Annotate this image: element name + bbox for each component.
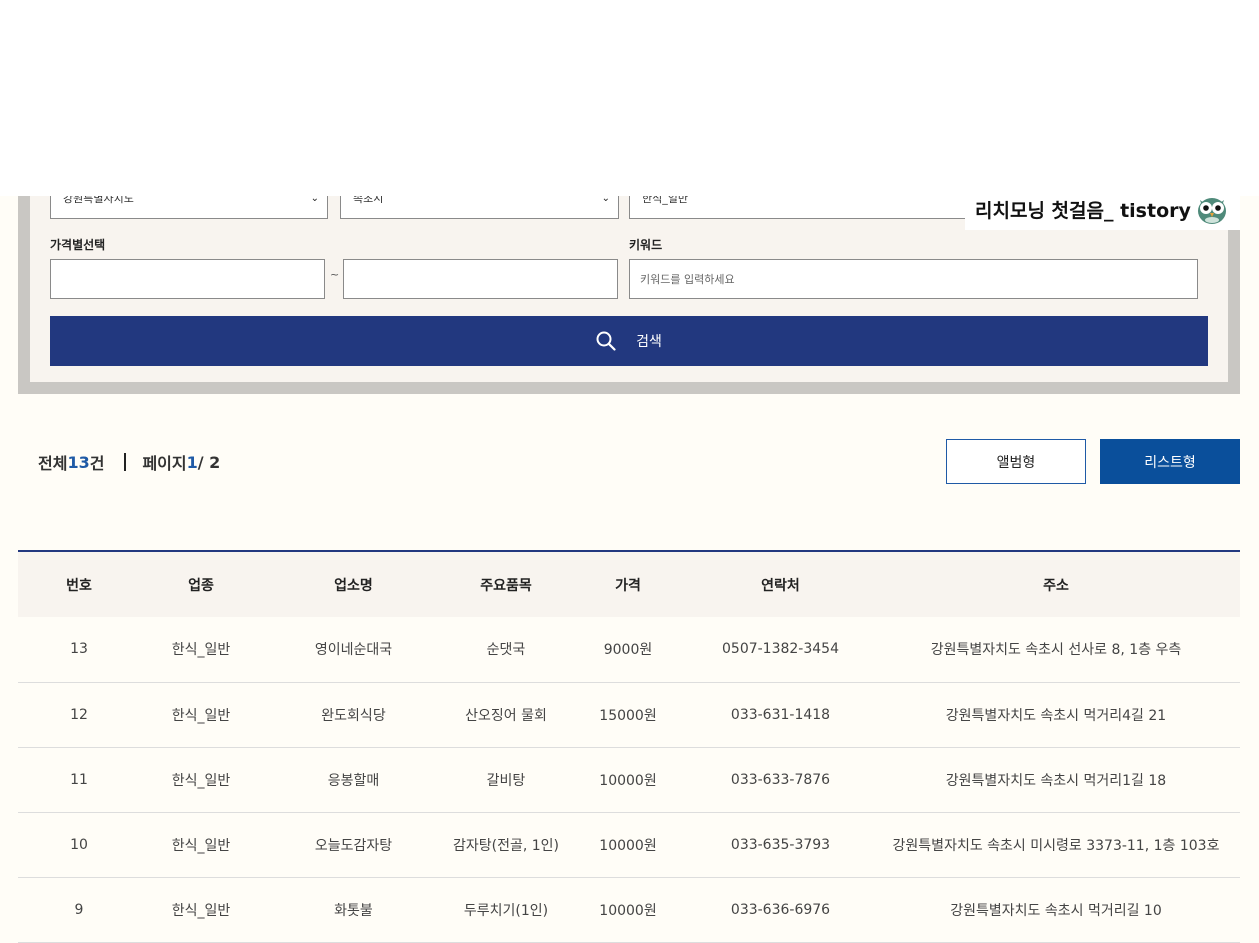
header-price: 가격 xyxy=(615,577,641,594)
price-label: 가격별선택 xyxy=(50,238,106,252)
header-category: 업종 xyxy=(188,577,214,594)
total-suffix: 건 xyxy=(89,454,105,473)
header-store-name: 업소명 xyxy=(334,577,373,594)
region-select-value: 강원특별자치도 xyxy=(63,196,134,205)
cell-store-name[interactable]: 완도회식당 xyxy=(262,682,445,748)
cell-store-name[interactable]: 응봉할매 xyxy=(262,747,445,813)
cell-price: 15000원 xyxy=(567,682,689,748)
keyword-input[interactable] xyxy=(629,259,1198,299)
cell-number: 13 xyxy=(18,617,140,683)
table-row[interactable]: 10 한식_일반 오늘도감자탕 감자탕(전골, 1인) 10000원 033-6… xyxy=(18,812,1240,878)
city-select-value: 속초시 xyxy=(353,196,384,205)
header-number: 번호 xyxy=(66,577,92,594)
cell-address: 강원특별자치도 속초시 먹거리길 10 xyxy=(872,877,1240,943)
cell-store-name[interactable]: 영이네순대국 xyxy=(262,617,445,683)
cell-contact: 033-633-7876 xyxy=(689,747,872,813)
cell-price: 10000원 xyxy=(567,747,689,813)
cell-main-item: 감자탕(전골, 1인) xyxy=(445,812,567,878)
region-select[interactable]: 강원특별자치도 ⌄ xyxy=(50,196,328,219)
chevron-down-icon: ⌄ xyxy=(310,196,319,204)
header-main-item: 주요품목 xyxy=(480,577,532,594)
cell-main-item: 두루치기(1인) xyxy=(445,877,567,943)
header-address: 주소 xyxy=(1043,577,1069,594)
result-table: 번호 업종 업소명 주요품목 가격 연락처 주소 13 한식_일반 영이네순대국… xyxy=(18,550,1240,943)
search-button[interactable]: 검색 xyxy=(50,316,1208,366)
cell-number: 10 xyxy=(18,812,140,878)
cell-main-item: 산오징어 물회 xyxy=(445,682,567,748)
cell-main-item: 갈비탕 xyxy=(445,747,567,813)
city-select[interactable]: 속초시 ⌄ xyxy=(340,196,619,219)
cell-category: 한식_일반 xyxy=(140,812,262,878)
cell-address: 강원특별자치도 속초시 미시령로 3373-11, 1층 103호 xyxy=(872,812,1240,878)
page-current: 1 xyxy=(186,452,198,472)
cell-contact: 033-631-1418 xyxy=(689,682,872,748)
cell-price: 10000원 xyxy=(567,877,689,943)
search-button-label: 검색 xyxy=(636,334,662,350)
cell-contact: 033-635-3793 xyxy=(689,812,872,878)
watermark-banner: 리치모닝 첫걸음_ tistory xyxy=(965,188,1240,230)
cell-category: 한식_일반 xyxy=(140,682,262,748)
table-row[interactable]: 12 한식_일반 완도회식당 산오징어 물회 15000원 033-631-14… xyxy=(18,682,1240,748)
category-select-value: 한식_일반 xyxy=(642,196,688,205)
cell-price: 9000원 xyxy=(567,617,689,683)
table-row[interactable]: 13 한식_일반 영이네순대국 순댓국 9000원 0507-1382-3454… xyxy=(18,617,1240,683)
result-summary: 전체 13 건 페이지 1 / 2 xyxy=(38,450,220,474)
total-count: 13 xyxy=(67,452,90,472)
price-min-input[interactable] xyxy=(50,259,325,299)
cell-number: 12 xyxy=(18,682,140,748)
keyword-label: 키워드 xyxy=(629,238,663,252)
watermark-text: 리치모닝 첫걸음_ tistory xyxy=(975,199,1191,222)
owl-icon xyxy=(1197,198,1226,224)
table-row[interactable]: 11 한식_일반 응봉할매 갈비탕 10000원 033-633-7876 강원… xyxy=(18,747,1240,813)
cell-price: 10000원 xyxy=(567,812,689,878)
summary-divider xyxy=(124,453,127,471)
cell-address: 강원특별자치도 속초시 먹거리1길 18 xyxy=(872,747,1240,813)
cell-address: 강원특별자치도 속초시 선사로 8, 1층 우측 xyxy=(872,617,1240,683)
chevron-down-icon: ⌄ xyxy=(601,196,610,204)
price-max-input[interactable] xyxy=(343,259,618,299)
cell-number: 11 xyxy=(18,747,140,813)
cell-category: 한식_일반 xyxy=(140,617,262,683)
page-total: / 2 xyxy=(197,452,221,472)
cell-number: 9 xyxy=(18,877,140,943)
price-separator: ~ xyxy=(330,268,340,281)
cell-category: 한식_일반 xyxy=(140,747,262,813)
table-row[interactable]: 9 한식_일반 화톳불 두루치기(1인) 10000원 033-636-6976… xyxy=(18,877,1240,943)
cell-store-name[interactable]: 오늘도감자탕 xyxy=(262,812,445,878)
total-prefix: 전체 xyxy=(38,454,68,473)
album-view-button[interactable]: 앨범형 xyxy=(946,439,1086,484)
table-header-row: 번호 업종 업소명 주요품목 가격 연락처 주소 xyxy=(18,551,1240,617)
cell-main-item: 순댓국 xyxy=(445,617,567,683)
list-view-button[interactable]: 리스트형 xyxy=(1100,439,1240,484)
header-contact: 연락처 xyxy=(761,577,800,594)
top-blank-area xyxy=(0,0,1259,196)
cell-contact: 0507-1382-3454 xyxy=(689,617,872,683)
cell-address: 강원특별자치도 속초시 먹거리4길 21 xyxy=(872,682,1240,748)
cell-contact: 033-636-6976 xyxy=(689,877,872,943)
cell-category: 한식_일반 xyxy=(140,877,262,943)
cell-store-name[interactable]: 화톳불 xyxy=(262,877,445,943)
page-prefix: 페이지 xyxy=(142,454,187,473)
search-icon xyxy=(596,331,616,351)
